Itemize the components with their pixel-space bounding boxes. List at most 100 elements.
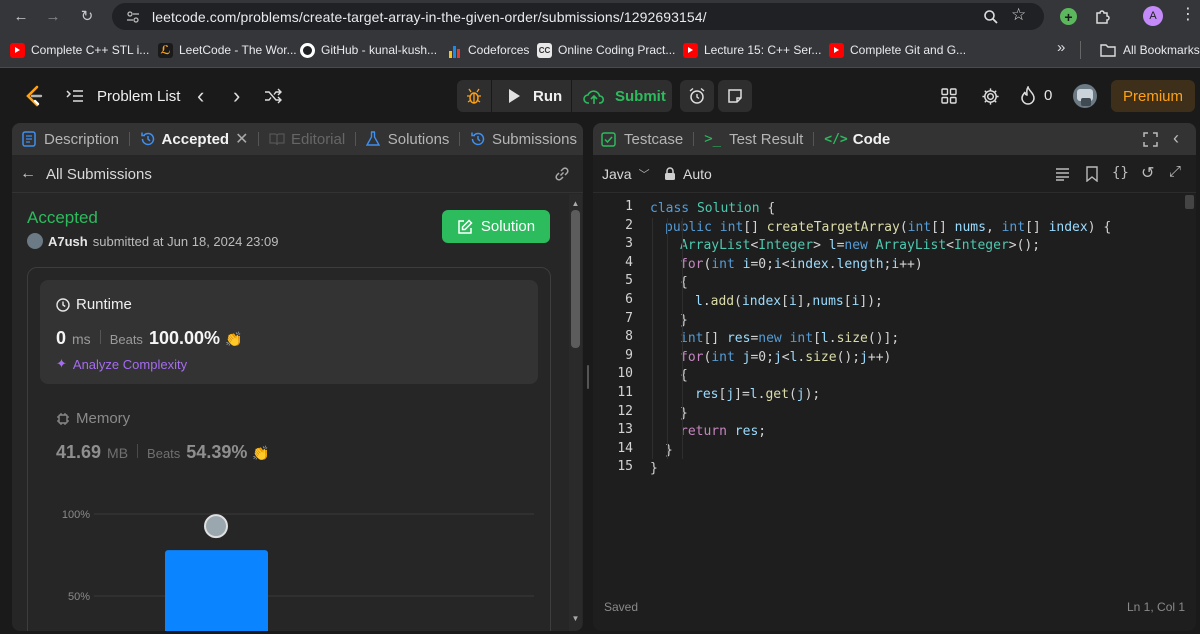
scrollbar-track[interactable]: ▲ ▼	[569, 194, 582, 631]
line-number: 14	[617, 440, 633, 456]
tab-description[interactable]: Description	[12, 131, 125, 148]
streak-count: 0	[1044, 87, 1053, 104]
left-panel-tabs: Description Accepted ✕ Editorial Solutio…	[12, 123, 583, 155]
runtime-card[interactable]: Runtime 0 ms Beats 100.00% 👏 ✦ Analyze C…	[40, 280, 538, 384]
leetcode-icon: ℒ	[158, 42, 173, 58]
cc-icon: CC	[537, 42, 552, 58]
notes-button[interactable]	[718, 80, 752, 112]
tab-solutions[interactable]: Solutions	[360, 131, 456, 148]
submission-user[interactable]: A7ush	[48, 234, 88, 249]
problem-list-button[interactable]: Problem List	[66, 85, 180, 107]
browser-menu-icon[interactable]: ⋮	[1180, 6, 1196, 24]
cursor-position: Ln 1, Col 1	[1127, 600, 1186, 614]
memory-value: 41.69	[56, 442, 102, 462]
panel-resize-handle[interactable]	[585, 365, 591, 389]
code-brackets-icon: </>	[824, 131, 848, 147]
tab-submissions[interactable]: Submissions	[464, 131, 583, 148]
lock-icon	[665, 167, 675, 180]
runtime-title: Runtime	[56, 296, 132, 313]
history-icon	[471, 132, 485, 146]
bookmark-item[interactable]: GitHub - kunal-kush...	[300, 39, 437, 61]
bookmark-item[interactable]: ℒ LeetCode - The Wor...	[158, 39, 297, 61]
all-submissions-link[interactable]: ← All Submissions	[20, 165, 152, 183]
close-tab-icon[interactable]: ✕	[235, 129, 248, 149]
line-number: 3	[625, 236, 633, 252]
bookmark-item[interactable]: Lecture 15: C++ Ser...	[683, 39, 821, 61]
tab-submissions-label: Submissions	[491, 130, 577, 148]
scrollbar-thumb[interactable]	[571, 210, 580, 348]
auto-mode[interactable]: Auto	[664, 166, 712, 182]
bookmarks-overflow-button[interactable]: »	[1057, 39, 1065, 56]
site-settings-icon[interactable]	[126, 10, 140, 24]
bookmark-label: LeetCode - The Wor...	[179, 43, 297, 57]
language-label: Java	[602, 166, 632, 182]
bookmark-label: Lecture 15: C++ Ser...	[704, 43, 822, 57]
bookmark-item[interactable]: Complete C++ STL i...	[10, 39, 149, 61]
profile-avatar[interactable]: A	[1143, 6, 1163, 26]
right-panel-tabs: Testcase >_ Test Result </> Code ‹	[593, 123, 1196, 155]
zoom-icon[interactable]	[983, 9, 999, 25]
list-icon	[66, 90, 83, 102]
reload-icon[interactable]: ↻	[76, 5, 98, 27]
line-number: 4	[625, 254, 633, 270]
tab-code[interactable]: </> Code	[818, 131, 896, 148]
checkbox-icon	[601, 131, 616, 147]
user-avatar[interactable]	[1073, 84, 1097, 108]
premium-button[interactable]: Premium	[1111, 80, 1195, 112]
scroll-down-icon[interactable]: ▼	[569, 615, 582, 623]
bookmark-icon[interactable]	[1086, 166, 1098, 182]
braces-icon[interactable]: {}	[1112, 165, 1129, 181]
timer-button[interactable]	[680, 80, 714, 112]
maximize-icon[interactable]	[1143, 132, 1158, 147]
editor-scrollbar[interactable]	[1183, 193, 1196, 603]
bookmark-item[interactable]: Complete Git and G...	[829, 39, 966, 61]
back-arrow-icon[interactable]: ←	[10, 5, 32, 27]
tab-test-result[interactable]: >_ Test Result	[698, 131, 809, 148]
tab-editorial[interactable]: Editorial	[263, 131, 351, 148]
language-select[interactable]: Java ﹀	[602, 166, 650, 182]
bookmark-item[interactable]: Codeforces	[447, 39, 529, 61]
submit-button[interactable]: Submit	[572, 80, 672, 112]
cloud-upload-icon	[583, 89, 605, 104]
next-problem-chevron-icon[interactable]: ›	[233, 83, 240, 109]
leetcode-logo-icon[interactable]	[24, 85, 44, 107]
stat-divider	[137, 444, 139, 458]
analyze-complexity-link[interactable]: ✦ Analyze Complexity	[56, 356, 187, 372]
book-icon	[269, 133, 285, 146]
reset-icon[interactable]: ↺	[1141, 163, 1154, 183]
expand-diagonal-icon[interactable]: ⤢	[1169, 163, 1181, 180]
layout-grid-icon[interactable]	[941, 88, 957, 104]
address-bar[interactable]: leetcode.com/problems/create-target-arra…	[112, 3, 1044, 30]
clock-icon	[56, 297, 70, 312]
memory-title[interactable]: Memory	[56, 410, 130, 427]
note-icon	[728, 89, 742, 103]
bookmark-label: Online Coding Pract...	[558, 43, 676, 57]
code-editor[interactable]: 1 class Solution {2 public int[] createTar…	[593, 199, 1183, 499]
collapse-chevron-icon[interactable]: ‹	[1173, 128, 1179, 149]
tab-accepted[interactable]: Accepted ✕	[134, 129, 255, 149]
line-number: 11	[617, 385, 633, 400]
editor-toolbar: Java ﹀ Auto {} ↺ ⤢	[593, 155, 1196, 193]
line-number: 7	[625, 310, 633, 326]
star-icon[interactable]: ☆	[1011, 5, 1026, 25]
forward-arrow-icon[interactable]: →	[42, 5, 64, 27]
extensions-puzzle-icon[interactable]	[1094, 7, 1112, 25]
format-lines-icon[interactable]	[1055, 167, 1070, 181]
streak-counter[interactable]: 0	[1020, 86, 1052, 105]
debug-button[interactable]	[457, 80, 491, 112]
chart-bar[interactable]	[165, 550, 268, 631]
solution-button[interactable]: Solution	[442, 210, 550, 243]
scroll-up-icon[interactable]: ▲	[569, 200, 582, 208]
tab-testcase[interactable]: Testcase	[593, 131, 689, 148]
prev-problem-chevron-icon[interactable]: ‹	[197, 83, 204, 109]
shuffle-icon[interactable]	[264, 88, 282, 104]
editor-scrollbar-thumb[interactable]	[1185, 195, 1194, 209]
settings-gear-icon[interactable]	[981, 87, 1000, 106]
extension-plus-icon[interactable]: +	[1060, 8, 1077, 25]
run-button[interactable]: Run	[492, 80, 571, 112]
runtime-stats: 0 ms Beats 100.00% 👏	[56, 328, 242, 349]
share-link-icon[interactable]	[553, 165, 571, 183]
bookmark-item[interactable]: CC Online Coding Pract...	[537, 39, 675, 61]
all-bookmarks-button[interactable]: All Bookmarks	[1100, 39, 1200, 61]
line-number: 8	[625, 329, 633, 345]
